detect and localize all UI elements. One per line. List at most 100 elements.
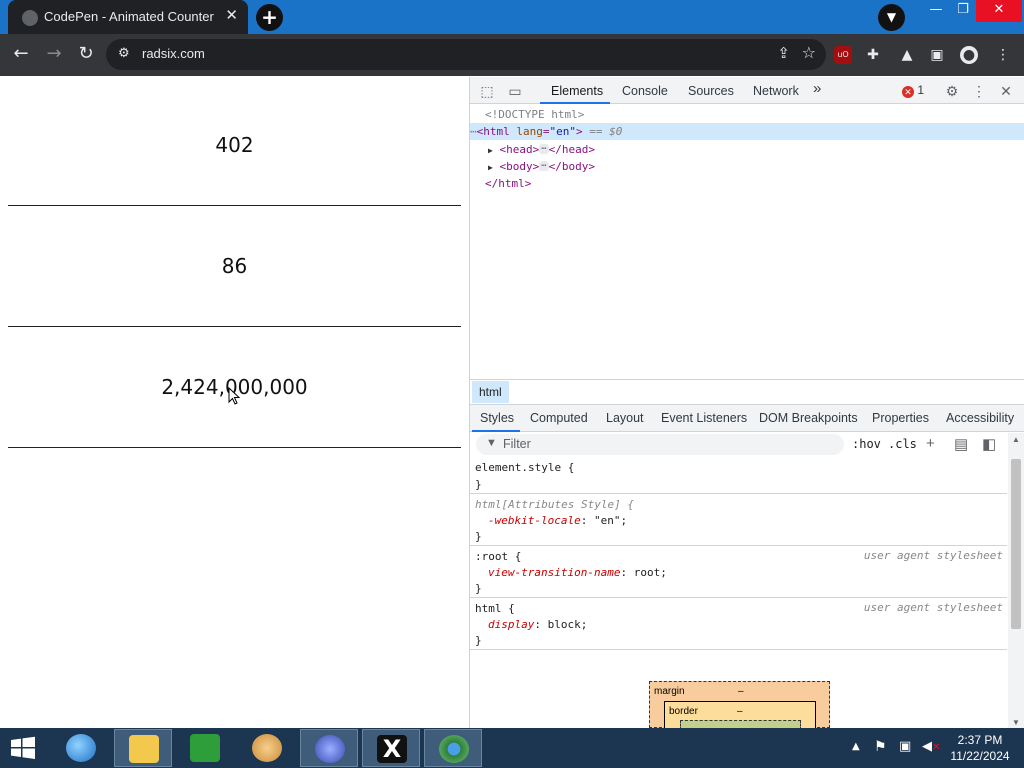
volume-muted-icon[interactable]: ◀✕	[922, 739, 940, 754]
ublock-extension-icon[interactable]: uO	[834, 46, 852, 64]
styles-filter-bar: ▼ Filter :hov .cls + ▤ ◧	[470, 432, 1024, 458]
dom-doctype[interactable]: <!DOCTYPE html>	[470, 106, 1024, 123]
subtab-dom-breakpoints[interactable]: DOM Breakpoints	[759, 411, 858, 425]
rule-declaration[interactable]: view-transition-name: root;	[488, 565, 667, 581]
window-close-button[interactable]: ✕	[976, 0, 1022, 22]
filter-funnel-icon: ▼	[486, 437, 497, 449]
store-icon	[190, 734, 220, 762]
taskbar-store[interactable]	[176, 729, 234, 767]
site-info-icon[interactable]: ⚙	[118, 46, 130, 61]
taskbar-clock[interactable]: 2:37 PM 11/22/2024	[944, 732, 1016, 764]
style-rule[interactable]: :root { user agent stylesheet view-trans…	[470, 547, 1007, 598]
style-rule[interactable]: html[Attributes Style] { -webkit-locale:…	[470, 495, 1007, 546]
tray-overflow-icon[interactable]: ▲	[852, 741, 860, 752]
windows-taskbar: X ▲ ⚑ ▣ ◀✕ 2:37 PM 11/22/2024	[0, 728, 1024, 768]
mouse-cursor-icon	[228, 387, 241, 405]
bookmark-star-icon[interactable]: ☆	[802, 43, 816, 62]
rule-source: user agent stylesheet	[863, 549, 1003, 562]
taskbar-app-globe[interactable]	[300, 729, 358, 767]
counter-value: 402	[215, 133, 254, 157]
taskbar-file-explorer[interactable]	[114, 729, 172, 767]
style-rule[interactable]: html { user agent stylesheet display: bl…	[470, 599, 1007, 650]
taskbar-chrome[interactable]	[424, 729, 482, 767]
subtab-properties[interactable]: Properties	[872, 411, 929, 425]
subtab-event-listeners[interactable]: Event Listeners	[661, 411, 747, 425]
forward-arrow-icon[interactable]: →	[42, 42, 66, 66]
styles-scrollbar[interactable]: ▲ ▼	[1008, 433, 1024, 729]
browser-toolbar: ← → ↻ ⚙ radsix.com ⇪ ☆ uO ✚ ▲ ▣ ● ⋮	[0, 34, 1024, 76]
back-arrow-icon[interactable]: ←	[9, 42, 33, 66]
tab-elements[interactable]: Elements	[551, 84, 603, 98]
chrome-menu-icon[interactable]: ⋮	[994, 46, 1012, 64]
share-icon[interactable]: ⇪	[777, 44, 790, 62]
tab-sources[interactable]: Sources	[688, 84, 734, 98]
subtab-accessibility[interactable]: Accessibility	[946, 411, 1014, 425]
error-icon: ✕	[902, 86, 914, 98]
paint-brush-icon[interactable]: ▤	[954, 435, 968, 453]
windows-start-icon[interactable]	[8, 736, 38, 760]
taskbar-ie[interactable]	[52, 729, 110, 767]
profile-avatar-icon[interactable]: ●	[960, 46, 978, 64]
chrome-browser-icon	[439, 735, 469, 763]
maximize-button[interactable]: ❐	[952, 0, 974, 22]
minimize-button[interactable]: —	[920, 0, 952, 22]
scroll-down-icon[interactable]: ▼	[1012, 718, 1020, 727]
scroll-thumb[interactable]	[1011, 459, 1021, 629]
url-text[interactable]: radsix.com	[142, 46, 205, 61]
toggle-sidebar-icon[interactable]: ◧	[982, 435, 996, 453]
rule-selector: :root {	[475, 550, 522, 563]
new-rule-plus-icon[interactable]: +	[926, 435, 935, 452]
margin-value[interactable]: –	[738, 686, 744, 697]
breadcrumb-html[interactable]: html	[472, 381, 509, 403]
browser-tab[interactable]: CodePen - Animated Counter ✕	[8, 0, 248, 34]
devtools-close-icon[interactable]: ✕	[997, 82, 1015, 100]
rule-declaration[interactable]: -webkit-locale: "en";	[488, 513, 627, 529]
codepen-favicon-icon	[22, 10, 38, 26]
filter-placeholder: Filter	[503, 437, 531, 451]
inspect-element-icon[interactable]: ⬚	[478, 82, 496, 100]
address-bar[interactable]: ⚙ radsix.com ⇪ ☆	[106, 39, 826, 70]
extensions-puzzle-icon[interactable]: ✚	[864, 46, 882, 64]
subtab-layout[interactable]: Layout	[606, 411, 644, 425]
cls-toggle[interactable]: .cls	[888, 437, 917, 451]
border-label: border	[669, 706, 698, 717]
new-tab-button[interactable]: +	[256, 4, 283, 31]
taskbar-paint[interactable]	[238, 729, 296, 767]
tab-network[interactable]: Network	[753, 84, 799, 98]
dom-head-node[interactable]: ▶ <head> ⋯ </head>	[470, 141, 1024, 158]
dom-html-node[interactable]: ⋯<html lang="en"> == $0	[470, 123, 1024, 140]
rule-declaration[interactable]: display: block;	[488, 617, 587, 633]
dom-tree: <!DOCTYPE html> ⋯<html lang="en"> == $0 …	[470, 105, 1024, 381]
tab-search-button[interactable]: ▼	[878, 4, 905, 31]
device-toolbar-icon[interactable]: ▭	[506, 82, 524, 100]
tab-close-icon[interactable]: ✕	[225, 6, 238, 24]
browser-tab-strip: CodePen - Animated Counter ✕ + ▼ — ❐ ✕	[0, 0, 1024, 34]
error-counter[interactable]: ✕ 1	[902, 83, 924, 98]
border-value[interactable]: –	[737, 706, 743, 717]
labs-flask-icon[interactable]: ▲	[898, 46, 916, 64]
styles-subtabs: Styles Computed Layout Event Listeners D…	[470, 404, 1024, 432]
settings-gear-icon[interactable]: ⚙	[943, 82, 961, 100]
reload-icon[interactable]: ↻	[74, 42, 98, 66]
divider	[8, 447, 461, 448]
tab-console[interactable]: Console	[622, 84, 668, 98]
dom-html-close[interactable]: </html>	[470, 175, 1024, 192]
devtools-menu-icon[interactable]: ⋮	[970, 82, 988, 100]
paint-palette-icon	[252, 734, 282, 762]
scroll-up-icon[interactable]: ▲	[1012, 435, 1020, 444]
style-rule[interactable]: element.style { }	[470, 459, 1007, 494]
dom-body-node[interactable]: ▶ <body> ⋯ </body>	[470, 158, 1024, 175]
filter-input[interactable]: ▼ Filter	[476, 434, 844, 455]
rule-selector: html {	[475, 602, 515, 615]
action-center-flag-icon[interactable]: ⚑	[874, 739, 887, 755]
taskbar-xming[interactable]: X	[362, 729, 420, 767]
hov-toggle[interactable]: :hov	[852, 437, 881, 451]
rule-close: }	[475, 530, 482, 543]
subtab-styles[interactable]: Styles	[480, 411, 514, 425]
subtab-computed[interactable]: Computed	[530, 411, 588, 425]
clock-date: 11/22/2024	[950, 749, 1010, 763]
network-icon[interactable]: ▣	[899, 739, 911, 754]
more-tabs-icon[interactable]: »	[813, 80, 821, 97]
side-panel-icon[interactable]: ▣	[928, 46, 946, 64]
globe-icon	[315, 735, 345, 763]
